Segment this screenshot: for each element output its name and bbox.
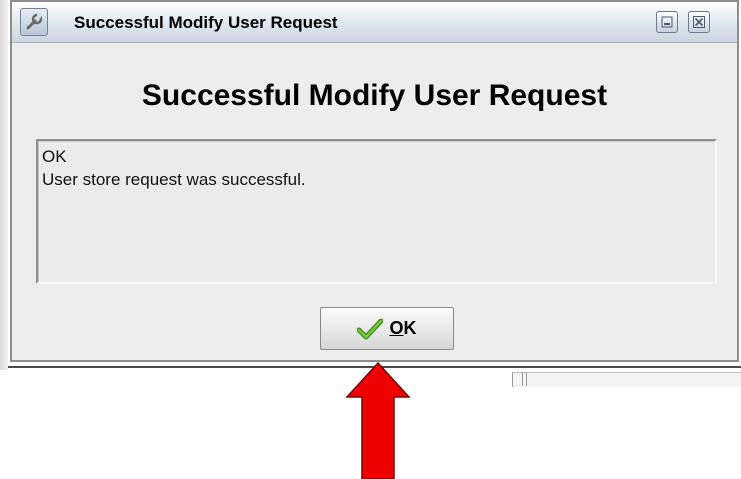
red-arrow-annotation [345, 361, 411, 479]
